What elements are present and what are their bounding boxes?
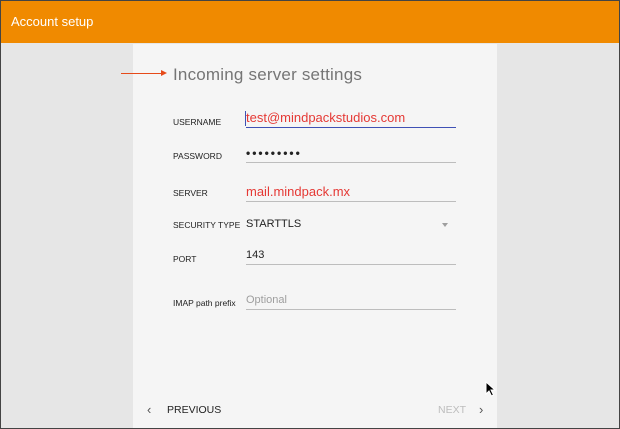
security-type-select[interactable]: STARTTLS bbox=[246, 216, 456, 233]
annotation-arrow-line bbox=[121, 73, 163, 74]
security-type-label: SECURITY TYPE bbox=[173, 220, 241, 230]
server-field[interactable]: mail.mindpack.mx bbox=[246, 184, 456, 202]
app-window: Account setup Incoming server settings U… bbox=[0, 0, 620, 429]
server-label: SERVER bbox=[173, 188, 208, 198]
setup-card bbox=[133, 44, 497, 428]
password-label: PASSWORD bbox=[173, 151, 222, 161]
app-bar-title: Account setup bbox=[11, 14, 94, 29]
dropdown-arrow-icon[interactable] bbox=[442, 223, 448, 227]
username-field[interactable]: test@mindpackstudios.com bbox=[246, 110, 456, 128]
chevron-left-icon[interactable]: ‹ bbox=[147, 402, 151, 417]
imap-prefix-label: IMAP path prefix bbox=[173, 298, 236, 308]
text-caret bbox=[245, 111, 246, 126]
port-field[interactable]: 143 bbox=[246, 247, 456, 265]
chevron-right-icon[interactable]: › bbox=[479, 402, 483, 417]
imap-prefix-input[interactable]: Optional bbox=[246, 292, 456, 310]
username-label: USERNAME bbox=[173, 117, 222, 127]
annotation-arrow-head bbox=[161, 70, 167, 76]
port-label: PORT bbox=[173, 254, 197, 264]
page-title: Incoming server settings bbox=[173, 65, 363, 84]
password-field[interactable]: ••••••••• bbox=[246, 145, 456, 163]
previous-button[interactable]: PREVIOUS bbox=[167, 404, 221, 416]
mouse-cursor-icon bbox=[485, 381, 497, 397]
app-bar: Account setup bbox=[1, 1, 619, 43]
next-button[interactable]: NEXT bbox=[438, 404, 466, 416]
